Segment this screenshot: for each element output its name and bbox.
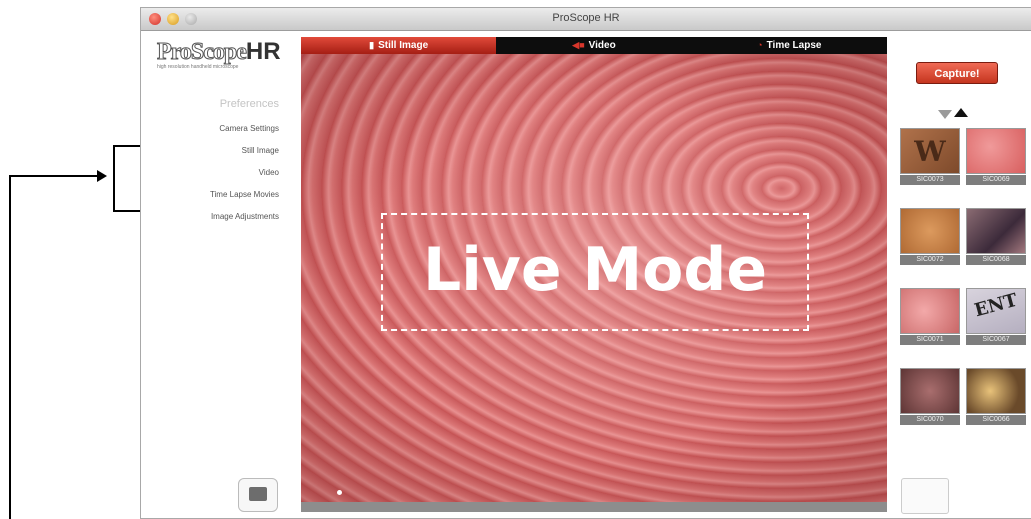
pref-time-lapse-movies[interactable]: Time Lapse Movies: [161, 190, 279, 212]
pref-image-adjustments[interactable]: Image Adjustments: [161, 212, 279, 234]
thumbnail-item[interactable]: W SIC0073: [900, 128, 960, 188]
annotation-vertical-line: [9, 175, 11, 519]
thumbnail-caption: SIC0068: [966, 255, 1026, 265]
thumbnail-caption: SIC0070: [900, 415, 960, 425]
pref-still-image[interactable]: Still Image: [161, 146, 279, 168]
annotation-horizontal-line: [9, 175, 99, 177]
tab-label: Time Lapse: [766, 40, 822, 51]
thumbnail-caption: SIC0069: [966, 175, 1026, 185]
proscope-logo: ProScopeHR high resolution handheld micr…: [157, 38, 281, 70]
thumbnail-overlay-text: ENT: [972, 289, 1020, 322]
pref-video[interactable]: Video: [161, 168, 279, 190]
tab-still-image[interactable]: ▮ Still Image: [301, 37, 497, 54]
live-view-status-bar: [301, 490, 887, 512]
annotation-bracket-vertical: [113, 145, 115, 212]
tab-label: Still Image: [378, 40, 429, 51]
live-mode-label: Live Mode: [422, 235, 768, 305]
tab-time-lapse[interactable]: ◔ Time Lapse: [692, 37, 887, 54]
scroll-up-arrow-icon[interactable]: [954, 108, 968, 117]
video-camera-icon: ◀■: [572, 40, 585, 50]
thumbnail-caption: SIC0066: [966, 415, 1026, 425]
thumbnail-item[interactable]: SIC0071: [900, 288, 960, 348]
preferences-panel: Preferences Camera Settings Still Image …: [161, 98, 279, 234]
preferences-title: Preferences: [219, 98, 279, 110]
slider-thumb[interactable]: [337, 490, 342, 495]
thumbnail-item[interactable]: ENT SIC0067: [966, 288, 1026, 348]
thumbnail-image: W: [900, 128, 960, 174]
document-icon: ▮: [369, 40, 375, 50]
thumbnail-caption: SIC0071: [900, 335, 960, 345]
live-mode-overlay: Live Mode: [381, 213, 809, 331]
thumbnail-image: ENT: [966, 288, 1026, 334]
thumbnail-item[interactable]: SIC0070: [900, 368, 960, 428]
mode-tab-bar: ▮ Still Image ◀■ Video ◔ Time Lapse: [301, 37, 887, 54]
thumbnail-item[interactable]: SIC0072: [900, 208, 960, 268]
logo-accent-text: HR: [245, 38, 281, 65]
app-window: ProScope HR ProScopeHR high resolution h…: [140, 7, 1031, 519]
window-title: ProScope HR: [552, 12, 620, 24]
thumbnail-image: [966, 128, 1026, 174]
tab-video[interactable]: ◀■ Video: [496, 37, 691, 54]
thumbnail-image: [900, 368, 960, 414]
capture-button[interactable]: Capture!: [916, 62, 998, 84]
thumbnail-item[interactable]: SIC0068: [966, 208, 1026, 268]
annotation-arrowhead: [97, 170, 107, 182]
folder-icon[interactable]: [901, 478, 949, 514]
thumbnail-caption: SIC0067: [966, 335, 1026, 345]
thumbnail-item[interactable]: SIC0069: [966, 128, 1026, 188]
scroll-down-arrow-icon[interactable]: [938, 110, 952, 119]
memory-card-icon[interactable]: [238, 478, 278, 512]
thumbnail-caption: SIC0072: [900, 255, 960, 265]
pref-camera-settings[interactable]: Camera Settings: [161, 124, 279, 146]
tab-label: Video: [588, 40, 616, 51]
title-bar: ProScope HR: [141, 8, 1031, 31]
thumbnail-image: [966, 368, 1026, 414]
thumbnail-overlay-text: W: [914, 135, 946, 168]
thumbnail-image: [966, 208, 1026, 254]
thumbnail-item[interactable]: SIC0066: [966, 368, 1026, 428]
thumbnail-image: [900, 288, 960, 334]
logo-main-text: ProScope: [157, 39, 248, 66]
thumbnail-caption: SIC0073: [900, 175, 960, 185]
live-view-area[interactable]: Live Mode: [301, 54, 887, 502]
clock-icon: ◔: [757, 40, 763, 50]
thumbnail-image: [900, 208, 960, 254]
